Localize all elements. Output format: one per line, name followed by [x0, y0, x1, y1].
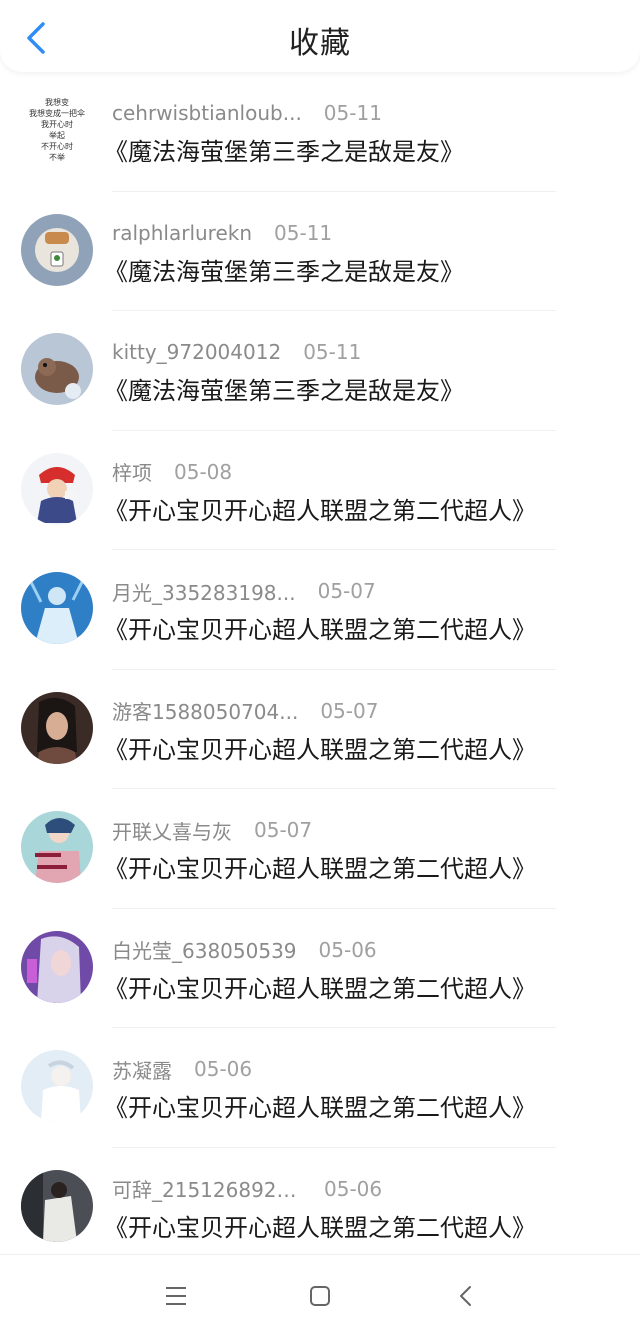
item-meta: cehrwisbtianloub... 05-11	[112, 98, 382, 128]
list-item[interactable]: 白光莹_638050539 05-06 《开心宝贝开心超人联盟之第二代超人》	[0, 909, 640, 1028]
item-meta: 月光_335283198... 05-07	[112, 576, 376, 606]
item-date: 05-11	[323, 101, 382, 125]
item-meta: 可辞_2151268920... 05-06	[112, 1174, 382, 1204]
item-date: 05-06	[324, 1176, 383, 1201]
list-item[interactable]: 梓项 05-08 《开心宝贝开心超人联盟之第二代超人》	[0, 431, 640, 550]
favorites-list: 我想变 我想变成一把伞 我开心时 举起 不开心时 不举 cehrwisbtian…	[0, 72, 640, 1267]
item-date: 05-11	[303, 340, 362, 364]
work-title[interactable]: 《开心宝贝开心超人联盟之第二代超人》	[104, 849, 536, 884]
item-date: 05-07	[254, 818, 313, 842]
system-back-button[interactable]	[449, 1279, 483, 1313]
item-date: 05-07	[320, 698, 379, 723]
item-meta: 苏凝露 05-06	[112, 1054, 252, 1084]
user-name[interactable]: 白光莹_638050539	[112, 935, 297, 964]
list-item[interactable]: 游客1588050704... 05-07 《开心宝贝开心超人联盟之第二代超人》	[0, 670, 640, 789]
item-date: 05-08	[174, 459, 233, 484]
avatar[interactable]	[21, 452, 93, 525]
user-name[interactable]: 月光_335283198...	[112, 577, 296, 606]
user-name[interactable]: 开联乂喜与灰	[112, 816, 232, 845]
avatar[interactable]	[21, 213, 93, 286]
system-navigation-bar	[0, 1254, 640, 1333]
list-item[interactable]: kitty_972004012 05-11 《魔法海萤堡第三季之是敌是友》	[0, 311, 640, 431]
user-name[interactable]: ralphlarlurekn	[112, 221, 252, 245]
home-square-icon	[310, 1286, 330, 1306]
avatar[interactable]	[21, 572, 93, 644]
work-title[interactable]: 《魔法海萤堡第三季之是敌是友》	[104, 252, 464, 287]
work-title[interactable]: 《魔法海萤堡第三季之是敌是友》	[104, 132, 464, 167]
item-meta: kitty_972004012 05-11	[112, 337, 361, 367]
list-item[interactable]: 可辞_2151268920... 05-06 《开心宝贝开心超人联盟之第二代超人…	[0, 1148, 640, 1268]
item-meta: 游客1588050704... 05-07	[112, 696, 378, 726]
menu-button[interactable]	[159, 1279, 193, 1313]
item-meta: 梓项 05-08	[112, 457, 232, 487]
avatar[interactable]	[21, 1169, 93, 1242]
work-title[interactable]: 《开心宝贝开心超人联盟之第二代超人》	[104, 1088, 536, 1123]
back-triangle-icon	[460, 1286, 471, 1306]
work-title[interactable]: 《开心宝贝开心超人联盟之第二代超人》	[104, 491, 536, 526]
work-title[interactable]: 《开心宝贝开心超人联盟之第二代超人》	[104, 610, 536, 645]
page-title: 收藏	[289, 26, 351, 61]
avatar[interactable]	[21, 333, 93, 405]
avatar[interactable]	[21, 811, 93, 883]
avatar[interactable]	[21, 930, 93, 1003]
list-item[interactable]: 开联乂喜与灰 05-07 《开心宝贝开心超人联盟之第二代超人》	[0, 789, 640, 909]
list-item[interactable]: 月光_335283198... 05-07 《开心宝贝开心超人联盟之第二代超人》	[0, 550, 640, 670]
work-title[interactable]: 《开心宝贝开心超人联盟之第二代超人》	[104, 969, 536, 1004]
item-date: 05-06	[318, 937, 377, 962]
list-item[interactable]: 我想变 我想变成一把伞 我开心时 举起 不开心时 不举 cehrwisbtian…	[0, 72, 640, 192]
list-item[interactable]: ralphlarlurekn 05-11 《魔法海萤堡第三季之是敌是友》	[0, 192, 640, 311]
user-name[interactable]: cehrwisbtianloub...	[112, 101, 302, 125]
user-name[interactable]: 梓项	[112, 457, 152, 486]
menu-icon	[166, 1287, 186, 1305]
item-meta: 开联乂喜与灰 05-07	[112, 815, 312, 845]
item-meta: ralphlarlurekn 05-11	[112, 218, 332, 248]
avatar[interactable]	[21, 1050, 93, 1122]
user-name[interactable]: kitty_972004012	[112, 340, 281, 364]
user-name[interactable]: 苏凝露	[112, 1055, 172, 1084]
user-name[interactable]: 可辞_2151268920...	[112, 1174, 302, 1203]
user-name[interactable]: 游客1588050704...	[112, 696, 298, 725]
work-title[interactable]: 《魔法海萤堡第三季之是敌是友》	[104, 371, 464, 406]
item-meta: 白光莹_638050539 05-06	[112, 935, 377, 965]
app-header: 收藏	[0, 0, 640, 72]
home-button[interactable]	[303, 1279, 337, 1313]
item-date: 05-11	[274, 220, 333, 245]
list-item[interactable]: 苏凝露 05-06 《开心宝贝开心超人联盟之第二代超人》	[0, 1028, 640, 1148]
avatar[interactable]: 我想变 我想变成一把伞 我开心时 举起 不开心时 不举	[21, 94, 93, 166]
work-title[interactable]: 《开心宝贝开心超人联盟之第二代超人》	[104, 730, 536, 765]
avatar[interactable]	[21, 691, 93, 764]
avatar-text: 我想变 我想变成一把伞 我开心时 举起 不开心时 不举	[29, 98, 85, 162]
work-title[interactable]: 《开心宝贝开心超人联盟之第二代超人》	[104, 1208, 536, 1243]
item-date: 05-06	[194, 1057, 253, 1081]
item-date: 05-07	[317, 579, 376, 603]
